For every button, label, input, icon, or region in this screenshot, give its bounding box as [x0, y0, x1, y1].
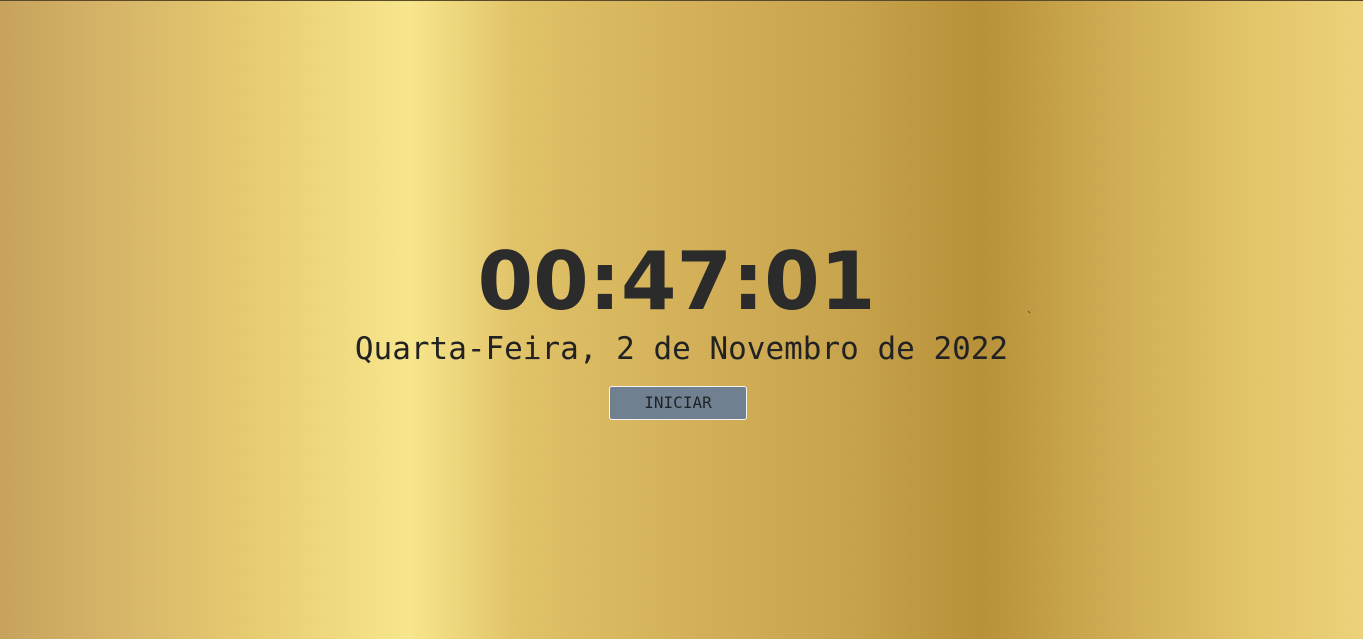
clock-panel: 00:47:01 Quarta-Feira, 2 de Novembro de …: [0, 236, 1363, 370]
top-border: [0, 0, 1363, 1]
stray-mark: `: [1027, 311, 1032, 322]
clock-date: Quarta-Feira, 2 de Novembro de 2022: [354, 331, 1009, 367]
start-button[interactable]: INICIAR: [609, 386, 747, 420]
clock-time: 00:47:01: [477, 235, 876, 328]
